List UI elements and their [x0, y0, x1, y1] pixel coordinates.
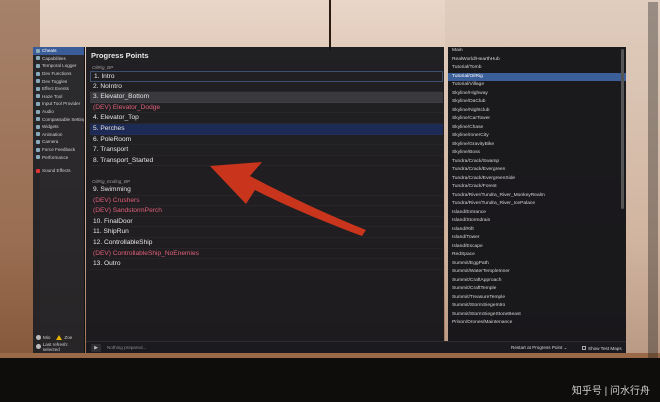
outer-scrollbar[interactable] [648, 2, 658, 400]
bottom-letterbox [0, 358, 660, 402]
watermark-text: 知乎号 | 问水行舟 [571, 386, 650, 397]
annotation-arrow [210, 162, 366, 236]
